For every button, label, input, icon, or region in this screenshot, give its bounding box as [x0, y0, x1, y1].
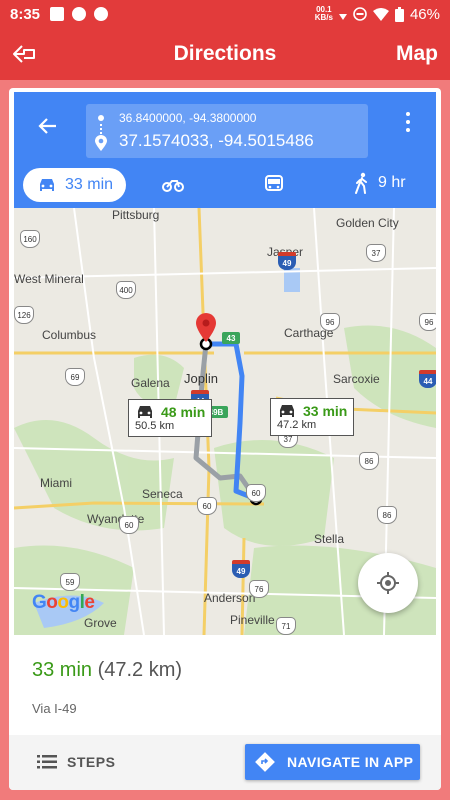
- via-text: Via I-49: [32, 701, 77, 716]
- car-icon: [138, 406, 152, 418]
- route-dots: [100, 124, 102, 134]
- summary-distance: (47.2 km): [97, 659, 183, 681]
- origin-field[interactable]: 36.8400000, -94.3800000: [119, 111, 256, 125]
- route-shield: 86: [377, 506, 397, 524]
- map-label: Columbus: [42, 328, 97, 342]
- map-label: Joplin: [184, 371, 218, 386]
- transit-bus-icon[interactable]: [264, 175, 284, 193]
- route-shield: 60: [197, 497, 217, 515]
- summary-line: 33 min (47.2 km): [32, 659, 182, 682]
- steps-button[interactable]: STEPS: [37, 747, 115, 777]
- map-label: Sarcoxie: [333, 372, 380, 386]
- directions-card: 36.8400000, -94.3800000 37.1574033, -94.…: [9, 88, 441, 790]
- map-label: Golden City: [336, 216, 399, 230]
- map-label: Grove: [84, 616, 117, 630]
- data-arrows-icon: [338, 14, 347, 20]
- map-label: Seneca: [142, 487, 183, 501]
- dnd-icon: [353, 7, 367, 21]
- back-arrow-icon[interactable]: [36, 114, 60, 138]
- alt-route-callout[interactable]: 48 min 50.5 km: [128, 399, 213, 437]
- navigate-in-app-button[interactable]: NAVIGATE IN APP: [245, 744, 420, 780]
- main-route-distance: 47.2 km: [277, 419, 317, 431]
- route-header: 36.8400000, -94.3800000 37.1574033, -94.…: [14, 92, 436, 208]
- main-route-time: 33 min: [303, 403, 348, 419]
- notification-icon: [72, 7, 87, 21]
- route-summary: 33 min (47.2 km) Via I-49: [9, 635, 441, 735]
- action-footer: STEPS NAVIGATE IN APP: [9, 735, 441, 790]
- map-label: Galena: [131, 376, 170, 390]
- walk-time: 9 hr: [378, 174, 406, 191]
- motorcycle-icon[interactable]: [162, 176, 184, 192]
- route-shield: 96: [419, 313, 436, 331]
- mode-drive-tab[interactable]: 33 min: [23, 168, 126, 202]
- destination-field[interactable]: 37.1574033, -94.5015486: [119, 131, 314, 151]
- main-route-callout[interactable]: 33 min 47.2 km: [270, 398, 355, 436]
- status-bar: 8:35 00.1 KB/s 46%: [0, 0, 450, 28]
- car-icon: [280, 405, 294, 417]
- interstate-shield: 49: [232, 560, 250, 578]
- my-location-button[interactable]: [358, 553, 418, 613]
- crosshair-icon: [377, 572, 399, 594]
- alt-route-time: 48 min: [161, 404, 206, 420]
- route-shield: 400: [116, 281, 136, 299]
- route-map[interactable]: Pittsburg Golden City Jasper West Minera…: [14, 208, 436, 635]
- destination-pin-icon: [95, 135, 107, 151]
- summary-duration: 33 min: [32, 659, 93, 681]
- app-bar: Directions Map: [0, 28, 450, 80]
- wifi-icon: [372, 7, 389, 21]
- route-shield: 126: [14, 306, 34, 324]
- route-inputs[interactable]: 36.8400000, -94.3800000 37.1574033, -94.…: [86, 104, 368, 158]
- network-speed: 00.1 KB/s: [314, 5, 333, 22]
- origin-dot-icon: [98, 115, 104, 121]
- more-options-icon[interactable]: [406, 112, 412, 132]
- route-shield: 59: [60, 573, 80, 591]
- page-title: Directions: [173, 42, 277, 65]
- map-label: Anderson: [204, 591, 256, 605]
- notification-icon: [50, 7, 65, 21]
- list-icon: [37, 755, 57, 769]
- map-label: West Mineral: [14, 272, 84, 286]
- back-arrow-icon[interactable]: [10, 40, 38, 68]
- route-shield: 96: [320, 313, 340, 331]
- map-label: Pittsburg: [112, 208, 160, 222]
- route-shield: 86: [359, 452, 379, 470]
- steps-label: STEPS: [67, 754, 116, 770]
- alt-route-distance: 50.5 km: [135, 420, 175, 432]
- route-shield: 43: [222, 332, 240, 344]
- route-shield: 160: [20, 230, 40, 248]
- map-label: Miami: [40, 476, 72, 490]
- walking-icon: [355, 172, 367, 194]
- navigation-icon: [255, 752, 275, 772]
- map-label: Pineville: [230, 613, 275, 627]
- route-shield: 60: [246, 484, 266, 502]
- notification-icon: [94, 7, 109, 21]
- route-shield: 76: [249, 580, 269, 598]
- interstate-shield: 44: [419, 370, 436, 388]
- travel-modes: 33 min 9 hr: [14, 166, 436, 202]
- drive-time: 33 min: [65, 176, 114, 193]
- interstate-shield: 49: [278, 252, 296, 270]
- google-logo: Google: [32, 592, 95, 613]
- navigate-label: NAVIGATE IN APP: [287, 754, 414, 770]
- battery-percent: 46%: [409, 5, 440, 23]
- map-button[interactable]: Map: [396, 42, 438, 66]
- route-shield: 60: [119, 516, 139, 534]
- route-shield: 69: [65, 368, 85, 386]
- mode-walk-tab[interactable]: 9 hr: [354, 172, 406, 194]
- route-shield: 37: [366, 244, 386, 262]
- map-label: Stella: [314, 532, 345, 546]
- status-time: 8:35: [10, 5, 41, 23]
- route-shield: 71: [276, 617, 296, 635]
- car-icon: [40, 179, 54, 191]
- battery-icon: [394, 6, 404, 22]
